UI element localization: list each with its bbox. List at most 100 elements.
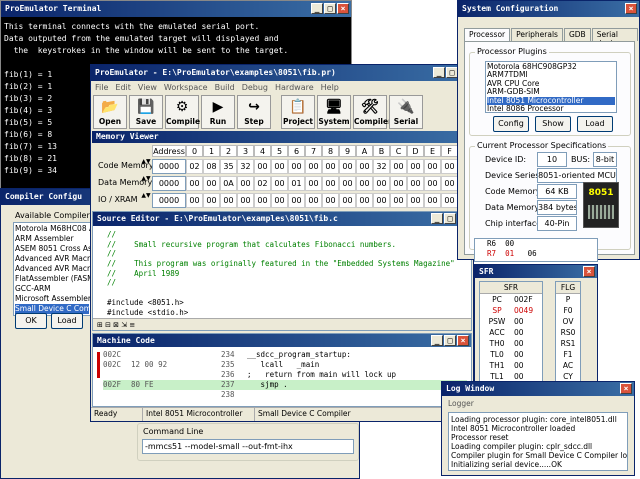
memory-cell[interactable]: 00 xyxy=(237,176,254,191)
memory-cell[interactable]: 00 xyxy=(441,176,458,191)
memory-cell[interactable]: 00 xyxy=(254,159,271,174)
machine-code-titlebar[interactable]: Machine Code _ □ × xyxy=(93,334,471,347)
maximize-button[interactable]: □ xyxy=(324,3,336,14)
close-button[interactable]: × xyxy=(337,3,349,14)
compile-button[interactable]: ⚙ Compile xyxy=(165,95,200,129)
memory-cell[interactable]: 35 xyxy=(220,159,237,174)
memory-cell[interactable]: 00 xyxy=(424,159,441,174)
open-button[interactable]: 📂 Open xyxy=(93,95,127,129)
menu-debug[interactable]: Debug xyxy=(242,82,268,94)
step-button[interactable]: ↪ Step xyxy=(237,95,271,129)
spin-icon[interactable]: ▲▼ xyxy=(140,193,152,208)
memory-cell[interactable]: 00 xyxy=(441,193,458,208)
memory-cell[interactable]: 00 xyxy=(288,193,305,208)
memory-cell[interactable]: 00 xyxy=(186,193,203,208)
memory-cell[interactable]: 00 xyxy=(322,193,339,208)
main-titlebar[interactable]: ProEmulator - E:\ProEmulator\examples\80… xyxy=(91,65,473,81)
compiler-list-item[interactable]: Microsoft Assembler (M xyxy=(15,294,90,304)
run-button[interactable]: ▶ Run xyxy=(201,95,235,129)
sfr-row[interactable]: PC 002F xyxy=(480,294,542,305)
memory-cell[interactable]: 00 xyxy=(203,176,220,191)
flag-item[interactable]: AC xyxy=(556,360,580,371)
ok-button[interactable]: OK xyxy=(15,313,47,329)
project-button[interactable]: 📋 Project xyxy=(281,95,315,129)
spin-icon[interactable]: ▲▼ xyxy=(140,176,152,191)
maximize-button[interactable]: □ xyxy=(444,213,456,224)
menu-hardware[interactable]: Hardware xyxy=(275,82,314,94)
compiler-list-item[interactable]: Motorola M68HC08 Asse xyxy=(15,224,90,234)
flag-item[interactable]: F0 xyxy=(556,305,580,316)
memory-cell[interactable]: 32 xyxy=(373,159,390,174)
tab-serial-device[interactable]: Serial device xyxy=(591,28,638,48)
config-button[interactable]: Config xyxy=(493,116,529,132)
memory-cell[interactable]: 00 xyxy=(407,176,424,191)
compiler-list-item[interactable]: Advanced AVR Macro A xyxy=(15,254,90,264)
memory-address-input[interactable]: 0000 xyxy=(152,176,186,191)
flag-item[interactable]: RS0 xyxy=(556,327,580,338)
close-button[interactable]: × xyxy=(583,266,595,277)
memory-cell[interactable]: 00 xyxy=(305,176,322,191)
memory-cell[interactable]: 02 xyxy=(186,159,203,174)
memory-cell[interactable]: 00 xyxy=(203,193,220,208)
memory-cell[interactable]: 00 xyxy=(407,159,424,174)
memory-cell[interactable]: 02 xyxy=(254,176,271,191)
memory-cell[interactable]: 00 xyxy=(390,193,407,208)
menu-help[interactable]: Help xyxy=(321,82,339,94)
close-button[interactable]: × xyxy=(625,3,637,14)
flag-item[interactable]: RS1 xyxy=(556,338,580,349)
machine-code-listing[interactable]: 002C 234 __sdcc_program_startup: 002C 12 00 … xyxy=(103,350,467,400)
show-button[interactable]: Show xyxy=(535,116,571,132)
compiler-list-item[interactable]: ARM Assembler xyxy=(15,234,89,244)
save-button[interactable]: 💾 Save xyxy=(129,95,163,129)
minimize-button[interactable]: _ xyxy=(311,3,323,14)
memory-cell[interactable]: 00 xyxy=(271,176,288,191)
memory-cell[interactable]: 00 xyxy=(305,193,322,208)
command-line-input[interactable]: -mmcs51 --model-small --out-fmt-ihx xyxy=(142,439,354,454)
flag-item[interactable]: P xyxy=(556,294,580,305)
flag-item[interactable]: OV xyxy=(556,316,580,327)
source-code[interactable]: //// Small recursive program that calcul… xyxy=(107,230,467,317)
memory-cell[interactable]: 0A xyxy=(220,176,237,191)
minimize-button[interactable]: _ xyxy=(433,67,445,78)
memory-viewer-titlebar[interactable]: Memory Viewer xyxy=(92,131,472,143)
compiler-list-item[interactable]: GCC-ARM xyxy=(15,284,89,294)
flags-table[interactable]: FLG P F0 OV RS0 RS1 F1 AC CY xyxy=(555,281,581,397)
memory-cell[interactable]: 00 xyxy=(390,176,407,191)
memory-cell[interactable]: 00 xyxy=(373,193,390,208)
memory-cell[interactable]: 00 xyxy=(356,159,373,174)
compiler-button[interactable]: 🛠 Compiler xyxy=(353,95,392,129)
minimize-button[interactable]: _ xyxy=(431,213,443,224)
close-button[interactable]: × xyxy=(620,383,632,394)
memory-cell[interactable]: 08 xyxy=(203,159,220,174)
menu-edit[interactable]: Edit xyxy=(115,82,131,94)
memory-cell[interactable]: 00 xyxy=(424,176,441,191)
source-editor-titlebar[interactable]: Source Editor - E:\ProEmulator\examples\… xyxy=(93,212,471,226)
maximize-button[interactable]: □ xyxy=(444,335,456,346)
memory-cell[interactable]: 00 xyxy=(390,159,407,174)
sfr-titlebar[interactable]: SFR × xyxy=(475,265,597,278)
memory-cell[interactable]: 00 xyxy=(424,193,441,208)
sfr-row[interactable]: ACC 00 xyxy=(480,327,542,338)
compiler-list-item[interactable]: Advanced AVR Macro A xyxy=(15,264,90,274)
memory-cell[interactable]: 00 xyxy=(220,193,237,208)
memory-cell[interactable]: 00 xyxy=(339,176,356,191)
compiler-list[interactable]: Motorola M68HC08 AsseARM AssemblerASEM 8… xyxy=(13,222,91,316)
memory-cell[interactable]: 00 xyxy=(373,176,390,191)
memory-cell[interactable]: 00 xyxy=(271,159,288,174)
memory-cell[interactable]: 00 xyxy=(186,176,203,191)
sfr-row[interactable]: SP 0049 xyxy=(480,305,542,316)
minimize-button[interactable]: _ xyxy=(431,335,443,346)
menu-build[interactable]: Build xyxy=(215,82,235,94)
memory-cell[interactable]: 00 xyxy=(322,176,339,191)
load-button[interactable]: Load xyxy=(577,116,613,132)
memory-cell[interactable]: 00 xyxy=(237,193,254,208)
sfr-row[interactable]: TH0 00 xyxy=(480,338,542,349)
memory-address-input[interactable]: 0000 xyxy=(152,159,186,174)
memory-cell[interactable]: 00 xyxy=(441,159,458,174)
flag-item[interactable]: F1 xyxy=(556,349,580,360)
load-button[interactable]: Load xyxy=(51,313,83,329)
system-button[interactable]: 🖥 System xyxy=(317,95,351,129)
memory-cell[interactable]: 00 xyxy=(288,159,305,174)
system-config-titlebar[interactable]: System Configuration × xyxy=(458,1,639,17)
close-button[interactable]: × xyxy=(457,335,469,346)
